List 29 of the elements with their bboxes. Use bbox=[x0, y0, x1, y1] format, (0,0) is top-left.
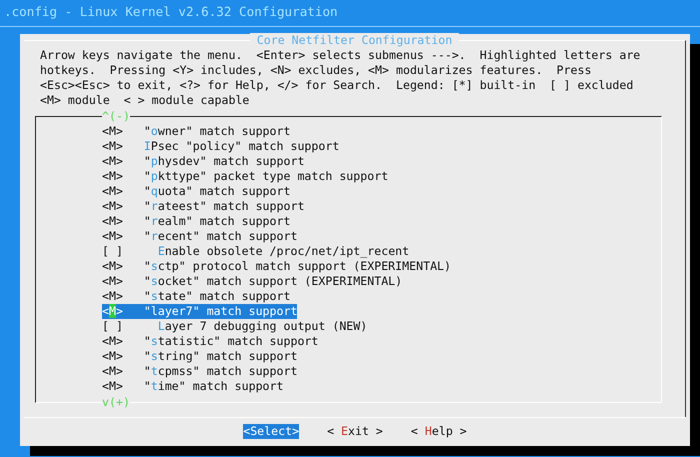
help-text: Arrow keys navigate the menu. <Enter> selects submenus --->. Highlighted letters are bbox=[40, 48, 642, 63]
menu-item[interactable]: [ ] Layer 7 debugging output (NEW) bbox=[102, 319, 368, 334]
menu-item[interactable]: <M> "physdev" match support bbox=[102, 154, 304, 169]
menu-item[interactable]: <M> "owner" match support bbox=[102, 124, 290, 139]
menu-item[interactable]: <M> "realm" match support bbox=[102, 214, 290, 229]
menu-item[interactable]: <M> "socket" match support (EXPERIMENTAL) bbox=[102, 274, 402, 289]
help-text: <M> module < > module capable bbox=[40, 93, 250, 108]
window-title: .config - Linux Kernel v2.6.32 Configuration bbox=[3, 3, 339, 21]
dialog-title: Core Netfilter Configuration bbox=[250, 33, 460, 48]
help-text: <Esc><Esc> to exit, <?> for Help, </> for Search. Legend: [*] built-in [ ] excluded bbox=[40, 78, 634, 93]
dialog-button[interactable]: < Exit > bbox=[327, 424, 383, 439]
menu-item[interactable]: <M> "sctp" protocol match support (EXPERIMENTAL) bbox=[102, 259, 452, 274]
menu-item[interactable]: <M> IPsec "policy" match support bbox=[102, 139, 340, 154]
menu-item[interactable]: [ ] Enable obsolete /proc/net/ipt_recent bbox=[102, 244, 410, 259]
dialog-button[interactable]: < Help > bbox=[410, 424, 467, 439]
scroll-indicator: ^(-) bbox=[102, 109, 130, 124]
dialog-button[interactable]: <Select> bbox=[243, 424, 300, 439]
menu-item[interactable]: <M> "rateest" match support bbox=[102, 199, 304, 214]
menu-item[interactable]: <M> "tcpmss" match support bbox=[102, 364, 298, 379]
menu-item[interactable]: <M> "state" match support bbox=[102, 289, 290, 304]
menu-item[interactable]: <M> "layer7" match support bbox=[102, 304, 298, 319]
menu-item[interactable]: <M> "string" match support bbox=[102, 349, 298, 364]
menu-item[interactable]: <M> "time" match support bbox=[102, 379, 284, 394]
menu-item[interactable]: <M> "pkttype" packet type match support bbox=[102, 169, 388, 184]
menu-item[interactable]: <M> "statistic" match support bbox=[102, 334, 318, 349]
scroll-indicator: v(+) bbox=[102, 395, 130, 410]
menu-item[interactable]: <M> "quota" match support bbox=[102, 184, 290, 199]
help-text: hotkeys. Pressing <Y> includes, <N> excludes, <M> modularizes features. Press bbox=[40, 63, 592, 78]
menu-item[interactable]: <M> "recent" match support bbox=[102, 229, 298, 244]
